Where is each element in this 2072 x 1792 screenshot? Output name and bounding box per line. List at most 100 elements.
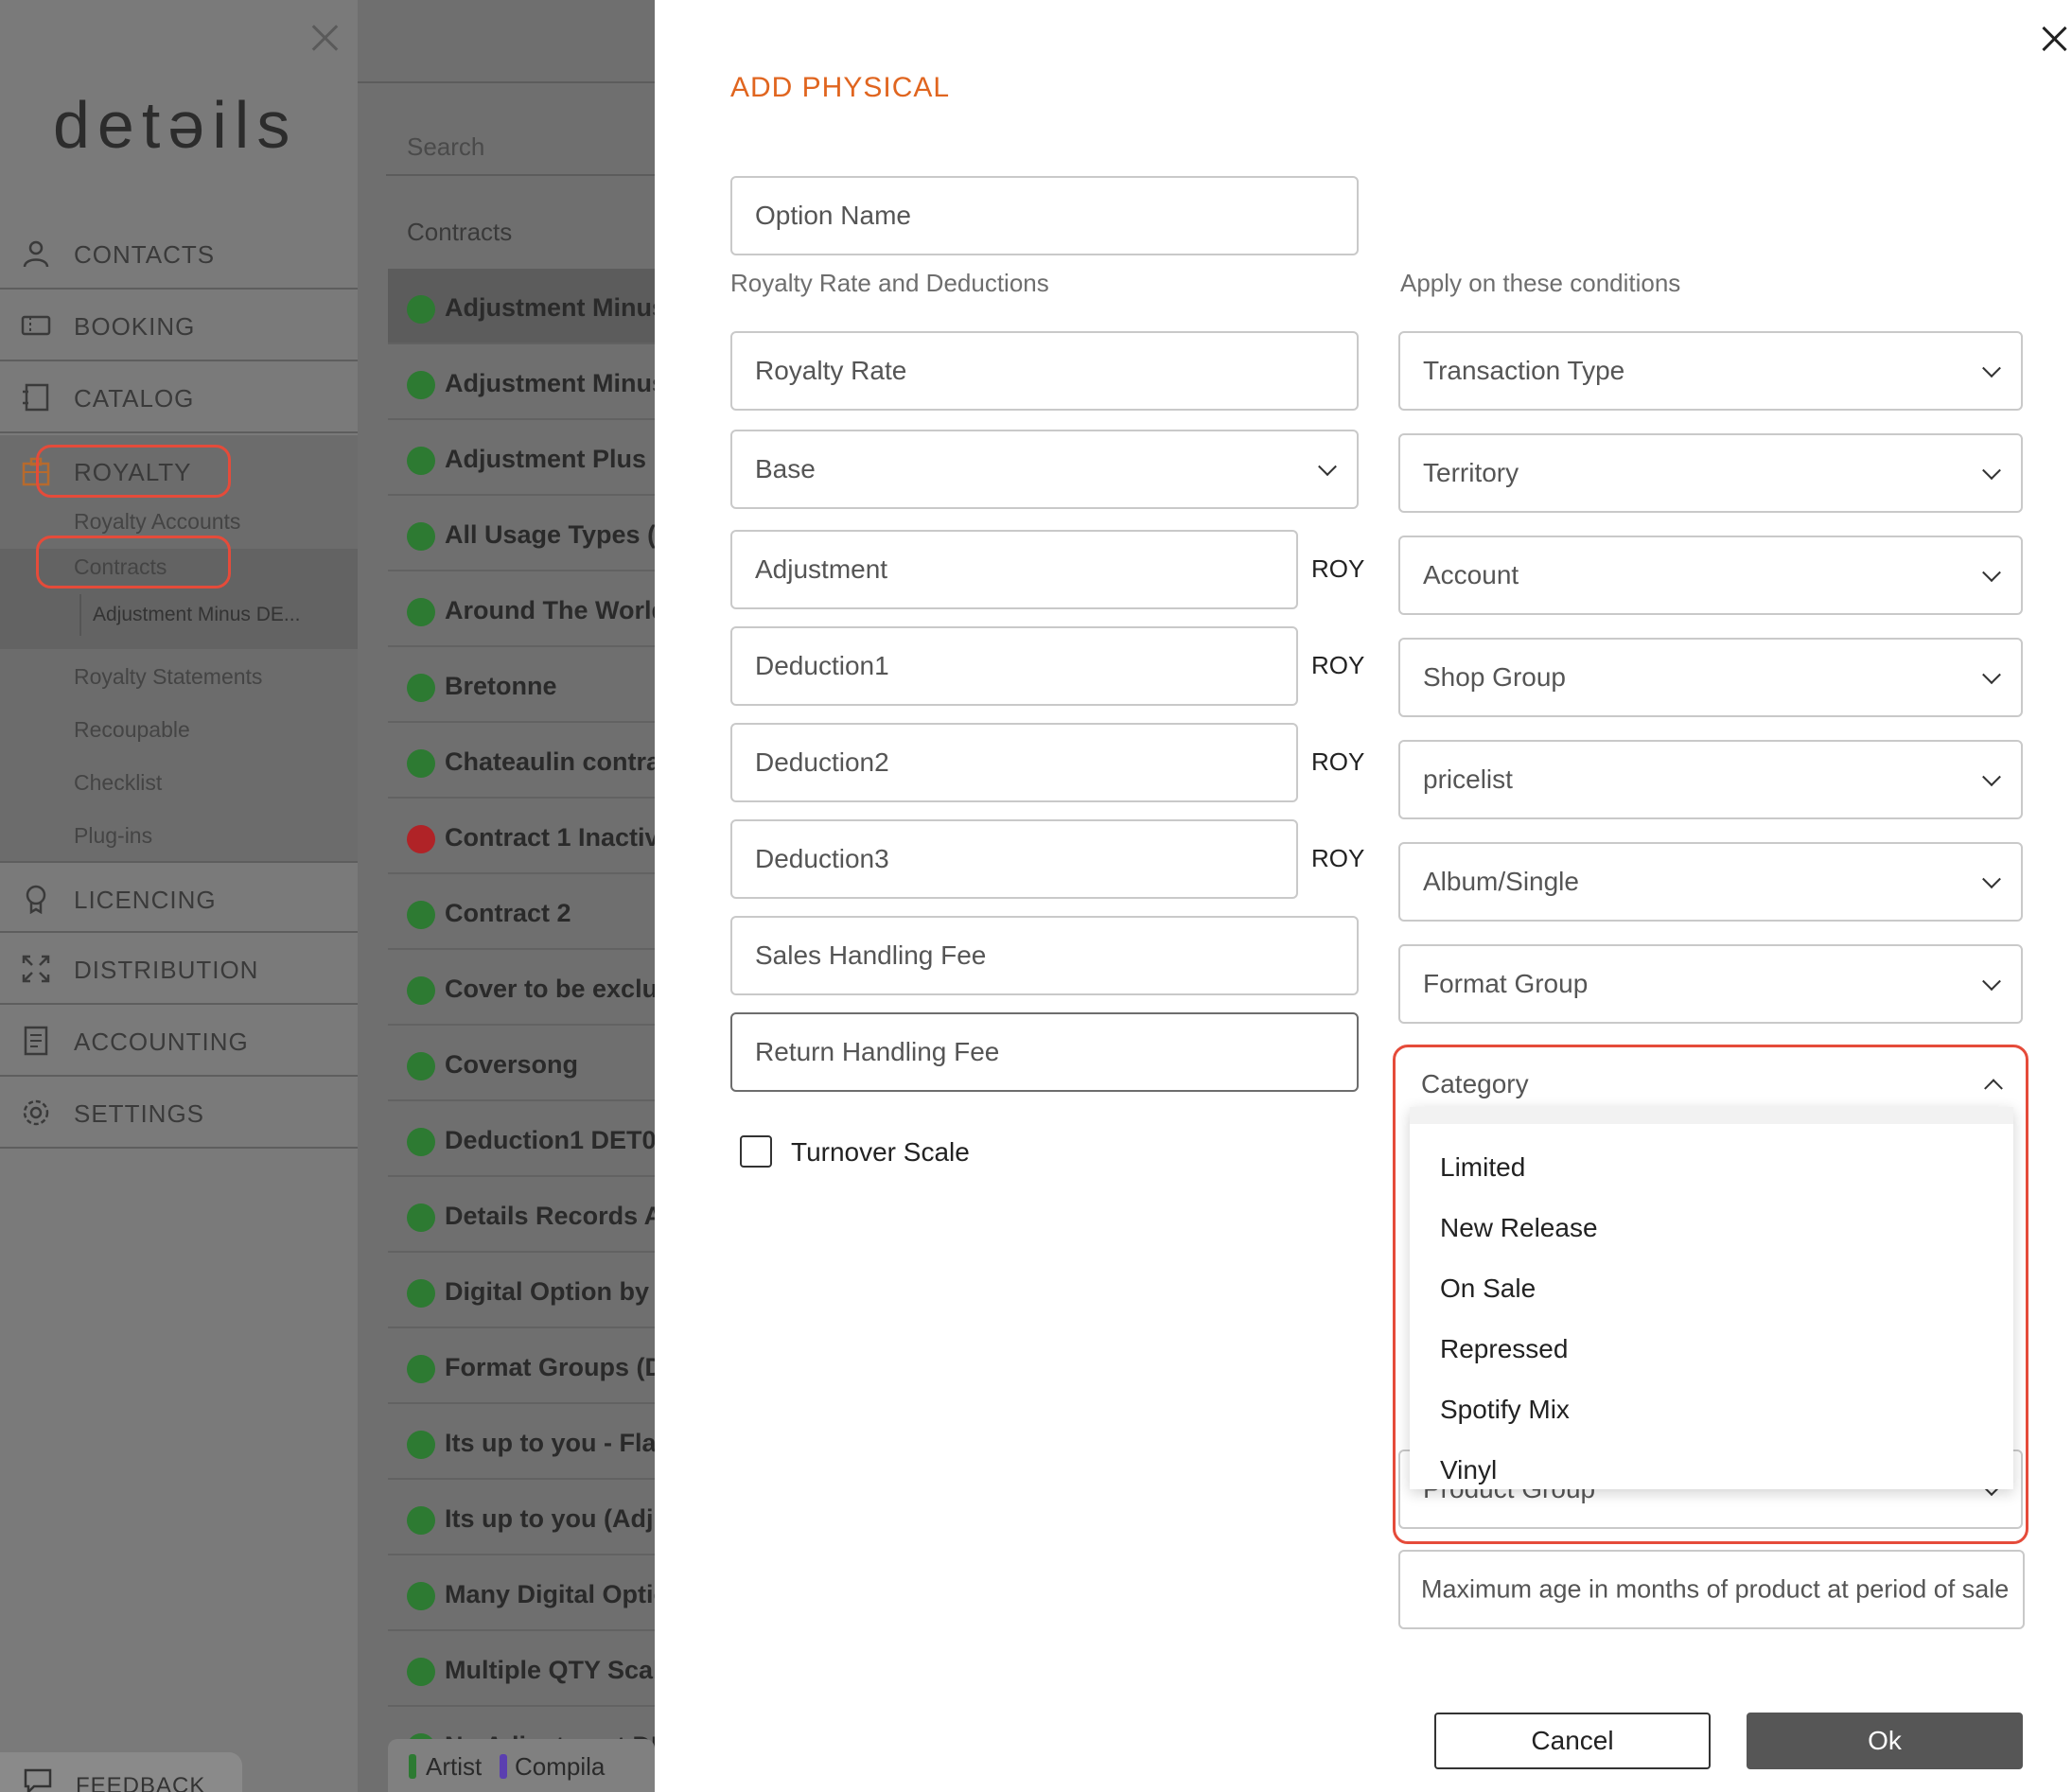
- table-row[interactable]: All Usage Types (I: [388, 496, 655, 571]
- status-dot: [407, 674, 435, 702]
- chevron-down-icon: [1982, 870, 2001, 889]
- status-dot: [407, 749, 435, 778]
- table-row[interactable]: Deduction1 DET0: [388, 1101, 655, 1177]
- sidebar-item-royalty-accounts[interactable]: Royalty Accounts: [74, 509, 240, 535]
- table-row[interactable]: Adjustment Minus: [388, 344, 655, 420]
- roy-suffix: ROY: [1311, 651, 1365, 679]
- row-label: Format Groups (D: [445, 1353, 655, 1381]
- status-dot: [407, 447, 435, 475]
- table-row[interactable]: Contract 1 Inactiv: [388, 799, 655, 874]
- status-dot: [407, 1128, 435, 1156]
- person-icon: [21, 238, 51, 269]
- chevron-down-icon: [1982, 972, 2001, 992]
- ok-button[interactable]: Ok: [1747, 1713, 2023, 1769]
- deduction1-input[interactable]: Deduction1: [730, 626, 1298, 706]
- placeholder: Royalty Rate: [755, 356, 907, 385]
- table-row[interactable]: Contract 2: [388, 874, 655, 950]
- placeholder: Deduction1: [755, 651, 889, 680]
- sales-handling-fee-input[interactable]: Sales Handling Fee: [730, 916, 1359, 995]
- nav-settings[interactable]: SETTINGS: [0, 1077, 358, 1149]
- roy-suffix: ROY: [1311, 844, 1365, 872]
- status-dot: [407, 1658, 435, 1686]
- nav-licencing[interactable]: LICENCING: [0, 861, 358, 933]
- condition-select[interactable]: Transaction Type: [1398, 331, 2023, 411]
- table-row[interactable]: Details Records A: [388, 1177, 655, 1253]
- nav-label: BOOKING: [74, 312, 196, 341]
- max-age-input[interactable]: Maximum age in months of product at peri…: [1398, 1550, 2025, 1629]
- compilation-color-bar: [500, 1754, 507, 1779]
- table-row[interactable]: Its up to you (Adju: [388, 1480, 655, 1555]
- condition-select[interactable]: pricelist: [1398, 740, 2023, 819]
- nav-label: DISTRIBUTION: [74, 956, 259, 984]
- sidebar-item-contract-child[interactable]: Adjustment Minus DE...: [93, 604, 300, 626]
- sidebar-close-icon[interactable]: [308, 21, 342, 55]
- royalty-rate-input[interactable]: Royalty Rate: [730, 331, 1359, 411]
- selected-value: Transaction Type: [1423, 356, 1625, 385]
- table-row[interactable]: Adjustment Plus D: [388, 420, 655, 496]
- placeholder: Deduction3: [755, 844, 889, 873]
- table-row[interactable]: Multiple QTY Scal: [388, 1631, 655, 1707]
- status-dot: [407, 371, 435, 399]
- table-row[interactable]: Format Groups (D: [388, 1328, 655, 1404]
- sidebar-item-checklist[interactable]: Checklist: [74, 770, 162, 796]
- table-row[interactable]: Around The World: [388, 571, 655, 647]
- nav-label: CATALOG: [74, 384, 195, 413]
- tab-compilation[interactable]: Compila: [515, 1752, 605, 1782]
- deduction3-input[interactable]: Deduction3: [730, 819, 1298, 899]
- row-label: Contract 2: [445, 899, 571, 927]
- close-icon[interactable]: [2038, 23, 2070, 55]
- row-label: Deduction1 DET0: [445, 1126, 655, 1154]
- status-dot: [407, 825, 435, 853]
- adjustment-input[interactable]: Adjustment: [730, 530, 1298, 609]
- nav-label: CONTACTS: [74, 240, 216, 269]
- table-row[interactable]: Digital Option by f: [388, 1253, 655, 1328]
- tab-artist[interactable]: Artist: [426, 1752, 482, 1782]
- condition-select[interactable]: Account: [1398, 536, 2023, 615]
- base-select[interactable]: Base: [730, 430, 1359, 509]
- catalog-icon: [21, 382, 51, 413]
- chevron-down-icon: [1982, 461, 2001, 481]
- row-label: Digital Option by f: [445, 1277, 655, 1306]
- condition-select[interactable]: Format Group: [1398, 944, 2023, 1024]
- selected-value: Account: [1423, 560, 1519, 589]
- list-header: Contracts: [407, 218, 513, 246]
- table-row[interactable]: Chateaulin contra: [388, 723, 655, 799]
- condition-select[interactable]: Album/Single: [1398, 842, 2023, 922]
- search-input[interactable]: Search: [407, 132, 484, 162]
- turnover-scale-checkbox[interactable]: [740, 1135, 772, 1168]
- sidebar-item-royalty-statements[interactable]: Royalty Statements: [74, 664, 262, 690]
- deduction2-input[interactable]: Deduction2: [730, 723, 1298, 802]
- sidebar-item-recoupable[interactable]: Recoupable: [74, 717, 190, 743]
- return-handling-fee-input[interactable]: Return Handling Fee: [730, 1012, 1359, 1092]
- feedback-button[interactable]: FEEDBACK: [0, 1752, 242, 1792]
- nav-distribution[interactable]: DISTRIBUTION: [0, 933, 358, 1005]
- condition-select[interactable]: Territory: [1398, 433, 2023, 513]
- add-physical-dialog: ADD PHYSICAL Option Name Royalty Rate an…: [655, 0, 2072, 1792]
- chevron-down-icon: [1982, 767, 2001, 787]
- row-label: Coversong: [445, 1050, 579, 1079]
- nav-booking[interactable]: BOOKING: [0, 290, 358, 361]
- row-label: Adjustment Plus D: [445, 445, 655, 473]
- list-topbar: [358, 0, 655, 83]
- table-row[interactable]: Adjustment Minus: [388, 269, 655, 344]
- nav-contacts[interactable]: CONTACTS: [0, 218, 358, 290]
- table-row[interactable]: Coversong: [388, 1026, 655, 1101]
- selected-value: Territory: [1423, 458, 1519, 487]
- option-name-input[interactable]: Option Name: [730, 176, 1359, 255]
- search-underline: [386, 174, 655, 176]
- nav-catalog[interactable]: CATALOG: [0, 361, 358, 433]
- ticket-icon: [21, 310, 51, 341]
- selected-value: Format Group: [1423, 969, 1589, 998]
- dialog-title: ADD PHYSICAL: [730, 72, 951, 103]
- table-row[interactable]: Its up to you - Flat: [388, 1404, 655, 1480]
- cancel-button[interactable]: Cancel: [1434, 1713, 1711, 1769]
- table-row[interactable]: Cover to be exclu: [388, 950, 655, 1026]
- sidebar-item-plugins[interactable]: Plug-ins: [74, 823, 152, 849]
- table-row[interactable]: Bretonne: [388, 647, 655, 723]
- table-row[interactable]: Many Digital Optio: [388, 1555, 655, 1631]
- chat-icon: [23, 1767, 53, 1792]
- selected-value: Shop Group: [1423, 662, 1566, 692]
- row-label: Details Records A: [445, 1202, 655, 1230]
- nav-accounting[interactable]: ACCOUNTING: [0, 1005, 358, 1077]
- condition-select[interactable]: Shop Group: [1398, 638, 2023, 717]
